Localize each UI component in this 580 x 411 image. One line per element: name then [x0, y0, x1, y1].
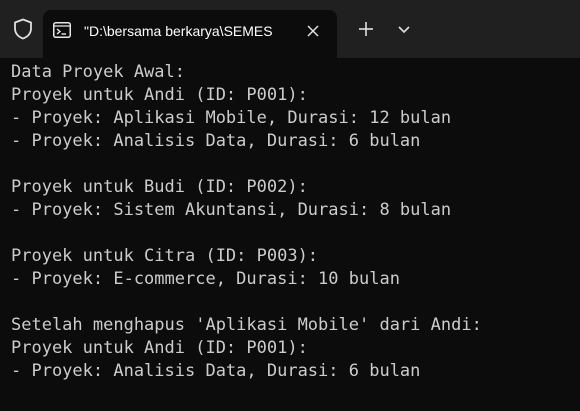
terminal-line: Proyek untuk Budi (ID: P002):: [11, 177, 308, 197]
terminal-line: - Proyek: Aplikasi Mobile, Durasi: 12 bu…: [11, 108, 452, 128]
close-icon[interactable]: [303, 21, 323, 41]
terminal-icon: [53, 22, 71, 38]
terminal-line: Proyek untuk Andi (ID: P001):: [11, 338, 308, 358]
plus-icon[interactable]: [352, 17, 380, 41]
terminal-line: - Proyek: E-commerce, Durasi: 10 bulan: [11, 269, 400, 289]
terminal-line: - Proyek: Sistem Akuntansi, Durasi: 8 bu…: [11, 200, 452, 220]
tab-terminal[interactable]: "D:\bersama berkarya\SEMES: [43, 10, 337, 58]
terminal-output[interactable]: Data Proyek Awal: Proyek untuk Andi (ID:…: [0, 58, 580, 411]
chevron-down-icon[interactable]: [392, 17, 416, 41]
terminal-line: - Proyek: Analisis Data, Durasi: 6 bulan: [11, 361, 421, 381]
terminal-line: - Proyek: Analisis Data, Durasi: 6 bulan: [11, 131, 421, 151]
tab-title: "D:\bersama berkarya\SEMES: [84, 23, 273, 39]
title-bar[interactable]: "D:\bersama berkarya\SEMES: [0, 0, 580, 58]
terminal-window: "D:\bersama berkarya\SEMES Data Proyek A…: [0, 0, 580, 411]
terminal-line: Proyek untuk Andi (ID: P001):: [11, 85, 308, 105]
terminal-line: Setelah menghapus 'Aplikasi Mobile' dari…: [11, 315, 482, 335]
terminal-line: Data Proyek Awal:: [11, 62, 185, 82]
terminal-line: Proyek untuk Citra (ID: P003):: [11, 246, 319, 266]
shield-icon: [14, 18, 32, 40]
terminal-lines: Data Proyek Awal: Proyek untuk Andi (ID:…: [11, 61, 482, 383]
